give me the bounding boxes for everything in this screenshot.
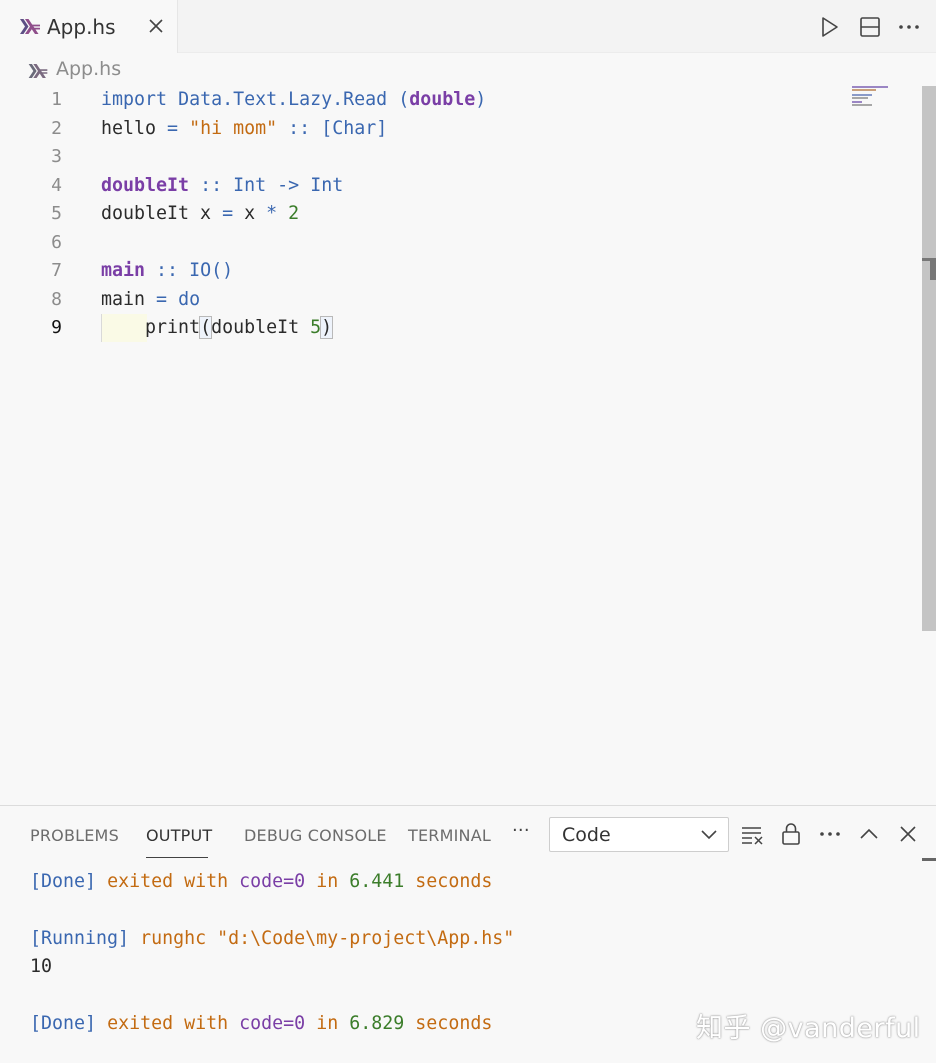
more-tabs-button[interactable]: ···	[512, 820, 530, 841]
editor-tab-app-hs[interactable]: App.hs	[0, 0, 178, 53]
haskell-icon	[28, 64, 48, 78]
output-line: [Done] exited with code=0 in 6.441 secon…	[30, 871, 493, 892]
code-text: doubleIt x = x * 2	[101, 203, 300, 224]
code-line[interactable]: 7 main :: IO()	[0, 257, 920, 285]
line-number: 3	[51, 146, 62, 167]
clear-output-icon[interactable]	[739, 821, 765, 847]
code-text: print(doubleIt 5)	[101, 316, 334, 339]
code-line[interactable]: 8 main = do	[0, 286, 920, 314]
line-number: 6	[51, 231, 62, 253]
watermark: 知乎 @vanderful	[696, 1013, 921, 1044]
line-number: 2	[51, 117, 62, 139]
active-tab-indicator	[146, 857, 208, 858]
tab-problems[interactable]: PROBLEMS	[30, 826, 119, 845]
output-channel-label: Code	[562, 824, 611, 846]
code-line[interactable]: 2 hello = "hi mom" :: [Char]	[0, 115, 920, 143]
code-line[interactable]: 1 import Data.Text.Lazy.Read (double)	[0, 86, 920, 114]
output-scroll-marker	[922, 858, 936, 861]
code-line[interactable]: 5 doubleIt x = x * 2	[0, 200, 920, 228]
output-line: [Done] exited with code=0 in 6.829 secon…	[30, 1013, 493, 1034]
tab-output[interactable]: OUTPUT	[146, 826, 212, 845]
minimap[interactable]	[852, 86, 890, 106]
breadcrumb-file[interactable]: App.hs	[56, 58, 121, 80]
code-editor[interactable]: 1 import Data.Text.Lazy.Read (double) 2 …	[0, 86, 936, 804]
editor-tab-bar: App.hs	[0, 0, 936, 53]
more-actions-icon[interactable]	[817, 821, 843, 847]
output-line: [Running] runghc "d:\Code\my-project\App…	[30, 928, 515, 949]
output-channel-select[interactable]: Code	[549, 817, 729, 852]
close-panel-icon[interactable]	[895, 821, 921, 847]
code-text: main :: IO()	[101, 260, 234, 281]
tab-debug-console[interactable]: DEBUG CONSOLE	[244, 826, 387, 845]
editor-scrollbar[interactable]	[922, 86, 936, 631]
line-number: 1	[51, 89, 62, 110]
code-text: doubleIt :: Int -> Int	[101, 174, 344, 196]
line-number: 9	[51, 317, 62, 338]
scrollbar-overview-marker	[930, 258, 936, 280]
line-number: 4	[51, 174, 62, 196]
tab-terminal[interactable]: TERMINAL	[408, 826, 491, 845]
line-number: 5	[51, 203, 62, 224]
output-scrollbar[interactable]	[922, 858, 936, 1063]
code-line-active[interactable]: 9 print(doubleIt 5)	[0, 314, 920, 342]
maximize-panel-icon[interactable]	[856, 821, 882, 847]
chevron-down-icon	[701, 830, 717, 840]
tab-title: App.hs	[47, 15, 116, 39]
close-icon[interactable]	[146, 16, 166, 36]
split-editor-icon[interactable]	[857, 14, 883, 40]
code-line[interactable]: 4 doubleIt :: Int -> Int	[0, 172, 920, 200]
line-number: 7	[51, 260, 62, 281]
output-line: 10	[30, 956, 53, 977]
haskell-icon	[20, 19, 40, 34]
code-text: main = do	[101, 288, 201, 310]
code-text: import Data.Text.Lazy.Read (double)	[101, 89, 487, 110]
more-actions-icon[interactable]	[896, 14, 922, 40]
line-number: 8	[51, 288, 62, 310]
run-icon[interactable]	[816, 14, 842, 40]
code-line[interactable]: 3	[0, 143, 920, 171]
lock-scroll-icon[interactable]	[778, 821, 804, 847]
code-text: hello = "hi mom" :: [Char]	[101, 117, 388, 139]
code-line[interactable]: 6	[0, 229, 920, 257]
